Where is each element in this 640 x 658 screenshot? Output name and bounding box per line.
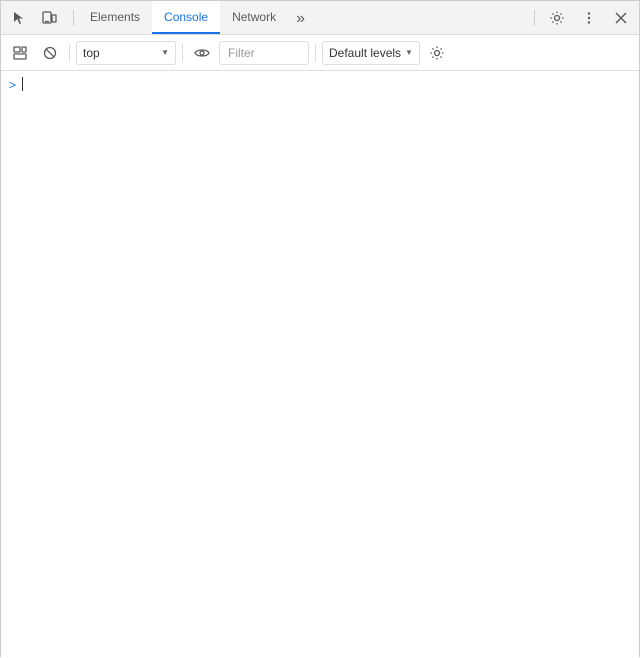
clear-console-button[interactable] [7, 40, 33, 66]
toolbar-divider-3 [315, 44, 316, 62]
console-toolbar: top ▼ Default levels ▼ [1, 35, 639, 71]
tab-network[interactable]: Network [220, 1, 288, 34]
tab-console[interactable]: Console [152, 1, 220, 34]
console-settings-button[interactable] [424, 40, 450, 66]
eye-button[interactable] [189, 40, 215, 66]
tab-bar-left-icons [5, 4, 63, 32]
inspect-icon [11, 10, 27, 26]
eye-icon [194, 45, 210, 61]
settings-gear-icon [429, 45, 445, 61]
console-cursor [22, 77, 23, 91]
filter-input[interactable] [219, 41, 309, 65]
more-tabs-button[interactable]: » [288, 4, 313, 34]
gear-icon [549, 10, 565, 26]
inspect-element-button[interactable] [5, 4, 33, 32]
tab-divider-2 [534, 10, 535, 26]
main-tabs: Elements Console Network » [78, 1, 530, 34]
devtools-more-button[interactable] [575, 4, 603, 32]
console-prompt-row: > [1, 75, 639, 94]
prohibit-button[interactable] [37, 40, 63, 66]
javascript-context-selector[interactable]: top ▼ [76, 41, 176, 65]
console-chevron: > [9, 77, 16, 92]
more-vertical-icon [581, 10, 597, 26]
console-output-area[interactable]: > [1, 71, 639, 658]
devtools-close-button[interactable] [607, 4, 635, 32]
tab-divider-1 [73, 10, 74, 26]
context-dropdown-arrow: ▼ [161, 48, 169, 57]
panel-icon [12, 45, 28, 61]
tab-elements[interactable]: Elements [78, 1, 152, 34]
devtools-settings-button[interactable] [543, 4, 571, 32]
clear-icon [42, 45, 58, 61]
toolbar-divider-2 [182, 44, 183, 62]
tab-bar: Elements Console Network » [1, 1, 639, 35]
tab-bar-right-icons [530, 4, 635, 32]
device-toolbar-button[interactable] [35, 4, 63, 32]
device-icon [41, 10, 57, 26]
levels-dropdown-arrow: ▼ [405, 48, 413, 57]
close-icon [613, 10, 629, 26]
toolbar-divider-1 [69, 44, 70, 62]
log-levels-selector[interactable]: Default levels ▼ [322, 41, 420, 65]
